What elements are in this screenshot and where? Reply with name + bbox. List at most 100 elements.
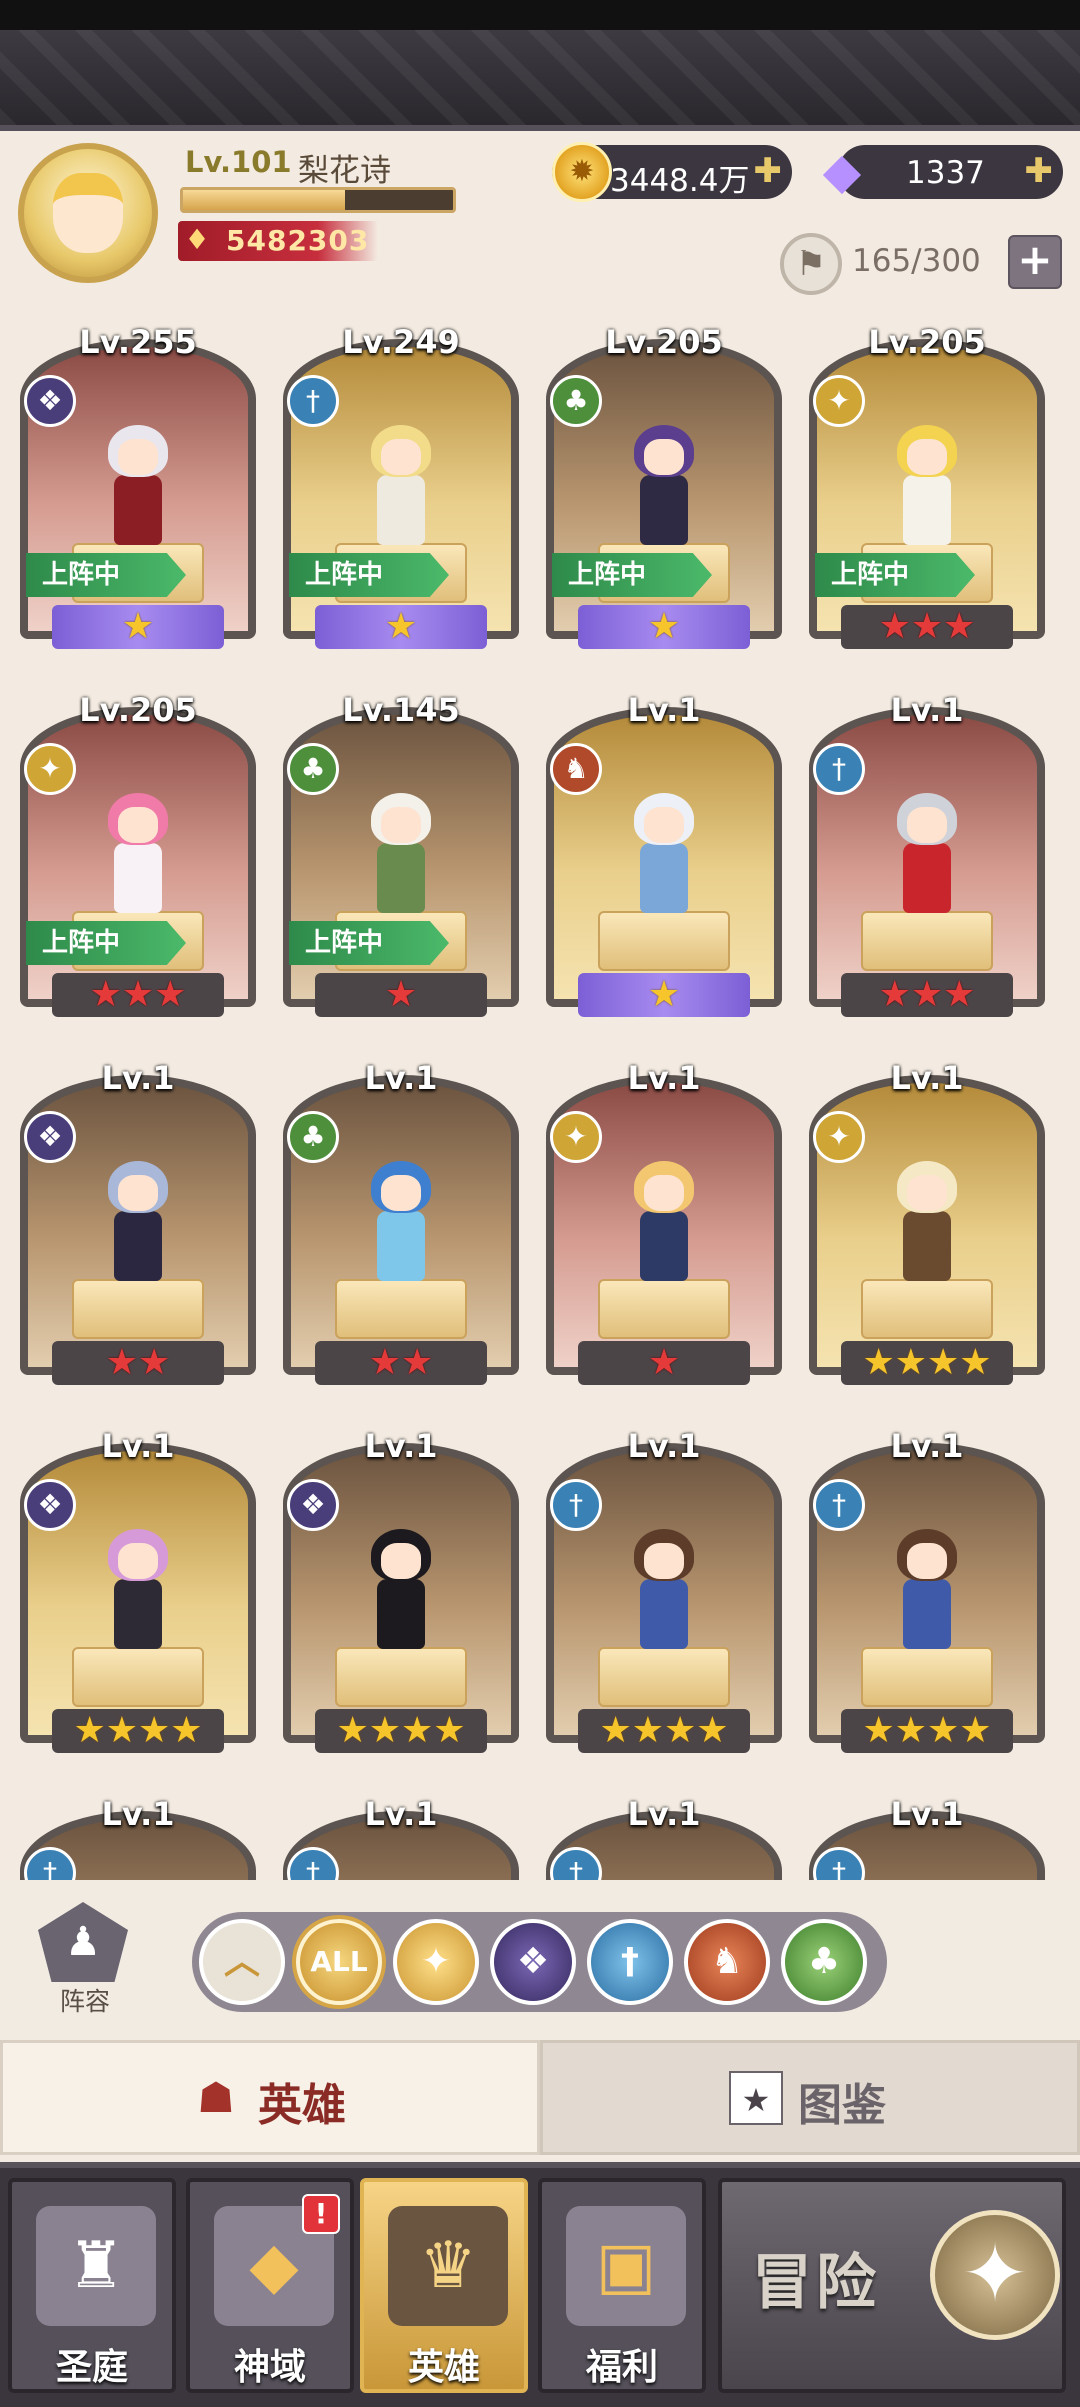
filter-all-button[interactable]: ALL (296, 1919, 382, 2005)
hero-star-rating: ★ (315, 605, 487, 649)
hero-card[interactable]: Lv.255 ❖ 上阵中 ★ (12, 315, 264, 665)
chess-pawn-icon: ♟ (38, 1902, 128, 1982)
compass-icon: ✦ (930, 2210, 1060, 2340)
star-icon: ★ (878, 606, 911, 647)
hero-star-rating: ★ (578, 1341, 750, 1385)
hero-card[interactable]: Lv.1 ♣ ★ ★ (275, 1051, 527, 1401)
tab-codex-label: 图鉴 (798, 2080, 886, 2131)
hero-card[interactable]: Lv.1 ♞ ★ (538, 683, 790, 1033)
hero-card[interactable]: Lv.205 ✦ 上阵中 ★ ★ ★ (801, 315, 1053, 665)
hero-level: Lv.1 (101, 1795, 175, 1833)
hero-card[interactable]: Lv.1 ✦ ★ ★ ★ ★ (801, 1051, 1053, 1401)
hero-sprite (889, 1161, 965, 1291)
codex-star-icon: ★ (729, 2071, 783, 2125)
dark-element-icon: ❖ (24, 1111, 76, 1163)
hero-level: Lv.1 (627, 1427, 701, 1465)
hero-card[interactable]: Lv.1 ❖ ★ ★ ★ ★ (12, 1419, 264, 1769)
hero-card[interactable]: Lv.1 † (801, 1787, 1053, 1880)
player-avatar[interactable] (18, 143, 158, 283)
hero-card[interactable]: Lv.1 † ★ ★ ★ ★ (801, 1419, 1053, 1769)
hero-card[interactable]: Lv.145 ♣ 上阵中 ★ (275, 683, 527, 1033)
star-icon: ★ (894, 1710, 927, 1751)
hero-card[interactable]: Lv.1 † ★ ★ ★ (801, 683, 1053, 1033)
star-icon: ★ (336, 1710, 369, 1751)
star-icon: ★ (878, 974, 911, 1015)
nav-welfare-label: 福利 (585, 2347, 658, 2388)
star-icon: ★ (943, 606, 976, 647)
hero-card[interactable]: Lv.249 † 上阵中 ★ (275, 315, 527, 665)
hero-star-rating: ★ ★ ★ (841, 605, 1013, 649)
nav-heroes[interactable]: ♛ 英雄 (360, 2178, 528, 2393)
tab-heroes-label: 英雄 (258, 2080, 346, 2131)
star-icon: ★ (384, 606, 418, 647)
nav-divine-realm-label: 神域 (233, 2347, 306, 2388)
nav-sanctuary[interactable]: ♜ 圣庭 (8, 2178, 176, 2393)
dark-element-icon: ❖ (24, 1479, 76, 1531)
deployed-badge: 上阵中 (815, 553, 975, 597)
hero-capacity-icon: ⚑ (780, 233, 842, 295)
hero-sprite (626, 1161, 702, 1291)
filter-nature-button[interactable]: ♣ (781, 1919, 867, 2005)
coin-icon: ✹ (552, 142, 612, 202)
star-icon: ★ (401, 1342, 434, 1383)
sort-button[interactable]: ︿ (199, 1919, 285, 2005)
hero-sprite (626, 793, 702, 923)
star-icon: ★ (910, 606, 944, 647)
top-banner (0, 30, 1080, 131)
hero-sprite (100, 1161, 176, 1291)
star-icon: ★ (433, 1710, 466, 1751)
player-name: 梨花诗 (298, 153, 391, 189)
hero-card[interactable]: Lv.1 ❖ ★ ★ ★ ★ (275, 1419, 527, 1769)
star-icon: ★ (138, 1710, 171, 1751)
player-level: Lv.101 (185, 145, 292, 179)
star-icon: ★ (910, 974, 944, 1015)
hero-card[interactable]: Lv.205 ✦ 上阵中 ★ ★ ★ (12, 683, 264, 1033)
star-icon: ★ (647, 1342, 681, 1383)
add-gems-button[interactable]: ✚ (1025, 151, 1054, 191)
hero-star-rating: ★ ★ ★ (52, 973, 224, 1017)
hero-sprite (100, 425, 176, 555)
hero-card[interactable]: Lv.1 † (275, 1787, 527, 1880)
filter-light-button[interactable]: ✦ (393, 1919, 479, 2005)
hero-card[interactable]: Lv.1 ✦ ★ (538, 1051, 790, 1401)
hero-card[interactable]: Lv.1 ❖ ★ ★ (12, 1051, 264, 1401)
hero-level: Lv.1 (890, 1795, 964, 1833)
hero-star-rating: ★ ★ (52, 1341, 224, 1385)
gem-value: 1337 (906, 155, 985, 191)
filter-water-button[interactable]: † (587, 1919, 673, 2005)
hero-level: Lv.249 (342, 323, 460, 361)
dark-element-icon: ❖ (24, 375, 76, 427)
hero-card[interactable]: Lv.205 ♣ 上阵中 ★ (538, 315, 790, 665)
hero-star-rating: ★ ★ ★ ★ (52, 1709, 224, 1753)
hero-card[interactable]: Lv.1 † ★ ★ ★ ★ (538, 1419, 790, 1769)
deployed-badge: 上阵中 (552, 553, 712, 597)
star-icon: ★ (384, 974, 418, 1015)
hero-card[interactable]: Lv.1 † (538, 1787, 790, 1880)
hero-level: Lv.1 (627, 1059, 701, 1097)
adventure-label: 冒险 (752, 2248, 880, 2318)
hero-level: Lv.1 (101, 1059, 175, 1097)
tab-heroes[interactable]: ☗ 英雄 (0, 2040, 540, 2155)
light-element-icon: ✦ (550, 1111, 602, 1163)
adventure-button[interactable]: 冒险 ✦ (718, 2178, 1066, 2393)
star-icon: ★ (121, 606, 155, 647)
nav-welfare[interactable]: ▣ 福利 (538, 2178, 706, 2393)
star-icon: ★ (696, 1710, 729, 1751)
hero-star-rating: ★ (578, 605, 750, 649)
hero-level: Lv.1 (364, 1795, 438, 1833)
hero-star-rating: ★ ★ ★ (841, 973, 1013, 1017)
hero-sprite (363, 425, 439, 555)
tab-row: ☗ 英雄 ★ 图鉴 (0, 2040, 1080, 2162)
tab-codex[interactable]: ★ 图鉴 (540, 2040, 1080, 2155)
star-icon: ★ (368, 1342, 401, 1383)
deployed-badge: 上阵中 (26, 553, 186, 597)
add-coins-button[interactable]: ✚ (754, 151, 783, 191)
expand-capacity-button[interactable]: + (1008, 235, 1062, 289)
filter-fire-button[interactable]: ♞ (684, 1919, 770, 2005)
filter-dark-button[interactable]: ❖ (490, 1919, 576, 2005)
hero-card[interactable]: Lv.1 † (12, 1787, 264, 1880)
lineup-button[interactable]: ♟ 阵容 (30, 1902, 140, 2016)
water-element-icon: † (813, 1479, 865, 1531)
light-element-icon: ✦ (813, 375, 865, 427)
hero-sprite (363, 1529, 439, 1659)
